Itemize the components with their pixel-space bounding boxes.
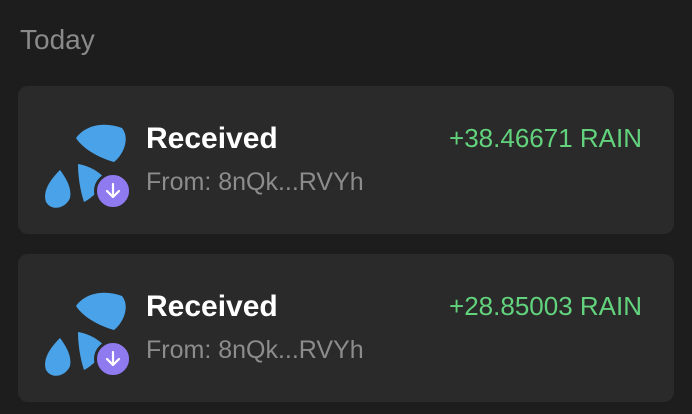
transaction-sender: From: 8nQk...RVYh [146,168,364,196]
arrow-down-icon [105,350,121,367]
received-badge [94,172,132,210]
transaction-card[interactable]: Received From: 8nQk...RVYh +28.85003 RAI… [18,254,674,402]
transaction-type: Received [146,122,278,155]
transaction-type: Received [146,290,278,323]
transaction-card[interactable]: Received From: 8nQk...RVYh +38.46671 RAI… [18,86,674,234]
received-badge [94,340,132,378]
section-title: Today [20,24,95,55]
arrow-down-icon [105,182,121,199]
transaction-amount: +28.85003 RAIN [449,291,642,321]
transaction-sender: From: 8nQk...RVYh [146,336,364,364]
transaction-amount: +38.46671 RAIN [449,123,642,153]
